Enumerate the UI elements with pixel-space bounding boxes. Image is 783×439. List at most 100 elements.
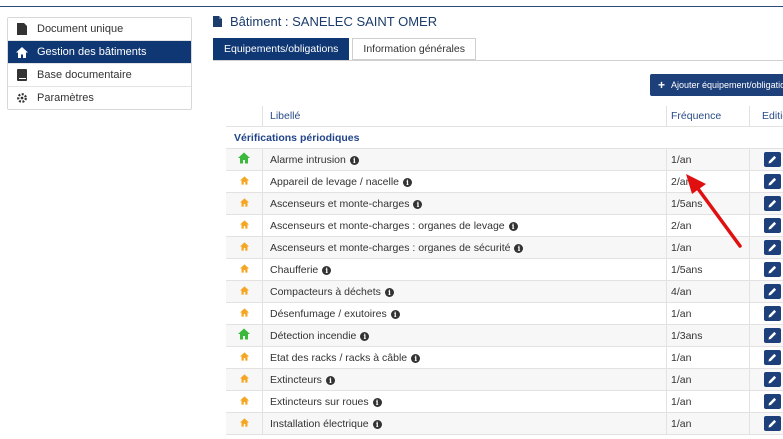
row-label: Ascenseurs et monte-charges : organes de… [270, 219, 505, 232]
row-frequence: 1/3ans [666, 324, 750, 347]
table-row: Ascenseurs et monte-charges : organes de… [226, 236, 783, 259]
table-row: Chaufferie i 1/5ans [226, 258, 783, 281]
info-icon[interactable]: i [514, 243, 524, 253]
home-icon [239, 197, 249, 210]
home-icon [239, 219, 249, 232]
info-icon[interactable]: i [360, 331, 370, 341]
tab-informations[interactable]: Information générales [352, 38, 476, 60]
file-icon [16, 23, 28, 35]
pencil-icon [768, 375, 777, 384]
edit-button[interactable] [764, 218, 781, 233]
info-icon[interactable]: i [384, 287, 394, 297]
tab-divider [213, 60, 783, 61]
row-frequence: 2/an [666, 214, 750, 237]
row-frequence: 2/an [666, 170, 750, 193]
info-icon[interactable]: i [413, 199, 423, 209]
home-icon [239, 395, 249, 408]
row-edition [749, 346, 783, 369]
tab-bar: Equipements/obligations Information géné… [213, 38, 479, 60]
info-icon[interactable]: i [349, 155, 359, 165]
table-row: Ascenseurs et monte-charges i 1/5ans [226, 192, 783, 215]
row-label: Installation électrique [270, 417, 369, 430]
row-frequence: 1/an [666, 368, 750, 391]
edit-button[interactable] [764, 306, 781, 321]
page-title-text: Bâtiment : SANELEC SAINT OMER [230, 14, 438, 29]
row-edition [749, 148, 783, 171]
table-row: Ascenseurs et monte-charges : organes de… [226, 214, 783, 237]
table-row: Détection incendie i 1/3ans [226, 324, 783, 347]
edit-button[interactable] [764, 372, 781, 387]
equipment-table: Libellé Fréquence Edition Vérifications … [226, 106, 783, 435]
pencil-icon [768, 265, 777, 274]
row-frequence: 1/5ans [666, 258, 750, 281]
info-icon[interactable]: i [372, 397, 382, 407]
group-label: Vérifications périodiques [226, 126, 783, 149]
home-icon [239, 285, 249, 298]
row-label: Extincteurs sur roues [270, 395, 369, 408]
table-row: Extincteurs i 1/an [226, 368, 783, 391]
row-label: Détection incendie [270, 329, 357, 342]
row-frequence: 1/an [666, 148, 750, 171]
info-icon[interactable]: i [372, 419, 382, 429]
info-icon[interactable]: i [390, 309, 400, 319]
row-status-cell [226, 280, 263, 303]
file-icon [213, 16, 222, 27]
row-label: Ascenseurs et monte-charges [270, 197, 410, 210]
edit-button[interactable] [764, 416, 781, 431]
row-libelle: Ascenseurs et monte-charges : organes de… [262, 214, 667, 237]
row-frequence: 1/an [666, 236, 750, 259]
edit-button[interactable] [764, 240, 781, 255]
pencil-icon [768, 331, 777, 340]
row-label: Extincteurs [270, 373, 322, 386]
table-header-row: Libellé Fréquence Edition [226, 106, 783, 127]
row-status-cell [226, 192, 263, 215]
row-status-cell [226, 214, 263, 237]
edit-button[interactable] [764, 152, 781, 167]
row-label: Appareil de levage / nacelle [270, 175, 400, 188]
info-icon[interactable]: i [508, 221, 518, 231]
table-row: Installation électrique i 1/an [226, 412, 783, 435]
info-icon[interactable]: i [322, 265, 332, 275]
tab-equipements[interactable]: Equipements/obligations [213, 38, 350, 60]
home-icon [239, 417, 249, 430]
row-status-cell [226, 368, 263, 391]
pencil-icon [768, 221, 777, 230]
row-label: Etat des racks / racks à câble [270, 351, 408, 364]
add-equipment-button[interactable]: + Ajouter équipement/obligation [650, 74, 783, 96]
sidebar-item-home[interactable]: Gestion des bâtiments [8, 41, 191, 64]
row-status-cell [226, 236, 263, 259]
row-edition [749, 390, 783, 413]
edit-button[interactable] [764, 262, 781, 277]
row-label: Alarme intrusion [270, 153, 346, 166]
table-row: Extincteurs sur roues i 1/an [226, 390, 783, 413]
edit-button[interactable] [764, 284, 781, 299]
edit-button[interactable] [764, 394, 781, 409]
row-libelle: Alarme intrusion i [262, 148, 667, 171]
info-icon[interactable]: i [411, 353, 421, 363]
row-status-cell [226, 148, 263, 171]
row-edition [749, 280, 783, 303]
table-row: Alarme intrusion i 1/an [226, 148, 783, 171]
table-row: Compacteurs à déchets i 4/an [226, 280, 783, 303]
row-status-cell [226, 324, 263, 347]
sidebar-item-label: Base documentaire [37, 69, 132, 81]
header-icon-col [226, 106, 263, 127]
row-libelle: Ascenseurs et monte-charges : organes de… [262, 236, 667, 259]
sidebar-item-file[interactable]: Document unique [8, 18, 191, 41]
row-edition [749, 324, 783, 347]
edit-button[interactable] [764, 196, 781, 211]
edit-button[interactable] [764, 174, 781, 189]
info-icon[interactable]: i [325, 375, 335, 385]
row-libelle: Extincteurs i [262, 368, 667, 391]
row-libelle: Etat des racks / racks à câble i [262, 346, 667, 369]
sidebar-item-gear[interactable]: Paramètres [8, 87, 191, 109]
row-edition [749, 236, 783, 259]
info-icon[interactable]: i [403, 177, 413, 187]
row-label: Désenfumage / exutoires [270, 307, 387, 320]
edit-button[interactable] [764, 328, 781, 343]
edit-button[interactable] [764, 350, 781, 365]
pencil-icon [768, 243, 777, 252]
pencil-icon [768, 199, 777, 208]
sidebar-item-book[interactable]: Base documentaire [8, 64, 191, 87]
table-row: Etat des racks / racks à câble i 1/an [226, 346, 783, 369]
